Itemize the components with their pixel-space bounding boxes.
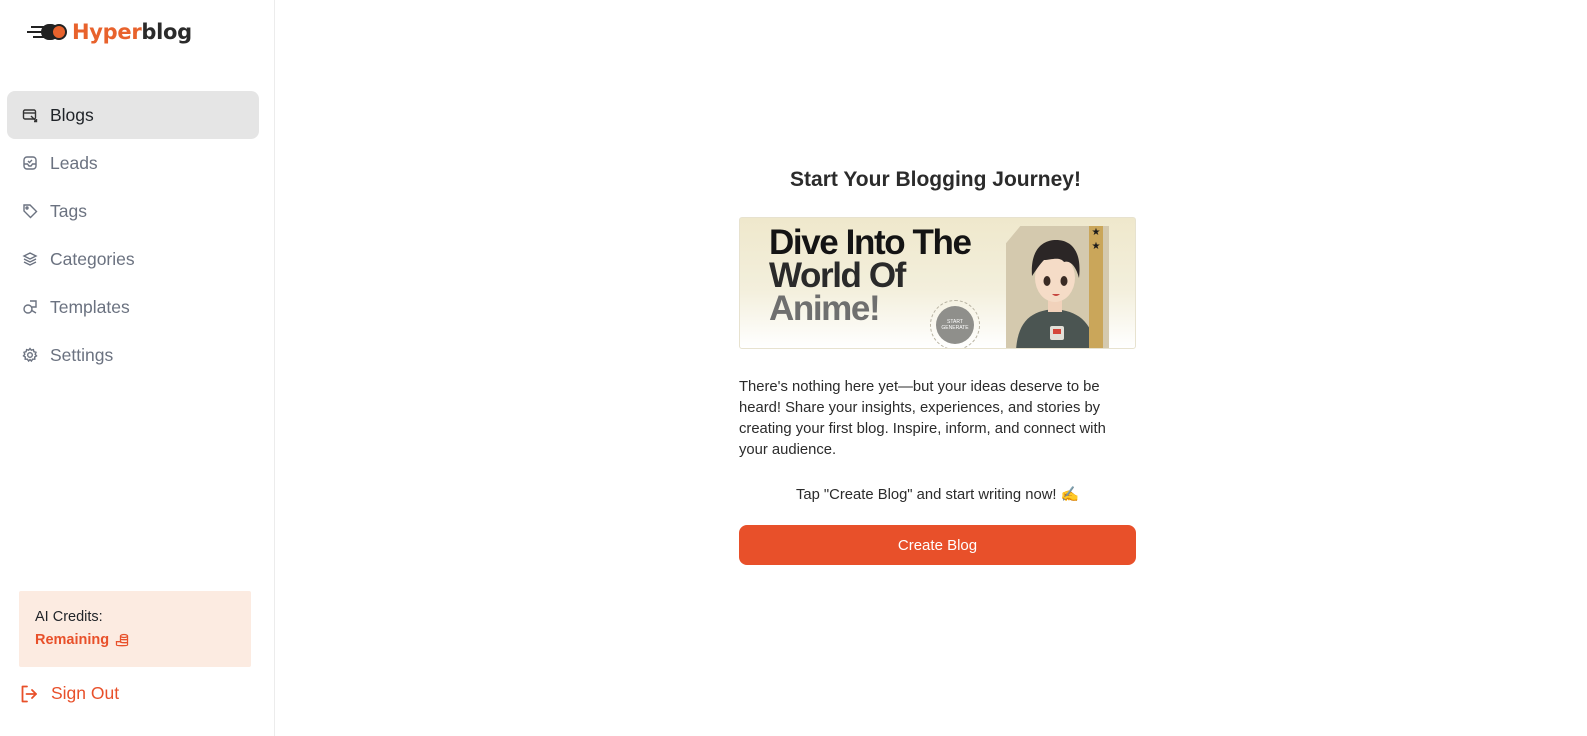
sidebar-item-blogs[interactable]: Blogs	[7, 91, 259, 139]
page-title: Start Your Blogging Journey!	[790, 168, 1081, 191]
empty-state-hint: Tap "Create Blog" and start writing now!…	[795, 487, 1080, 503]
ai-credits-panel: AI Credits: Remaining	[19, 591, 251, 667]
star-icon: ★	[1091, 227, 1101, 238]
sign-out-button[interactable]: Sign Out	[19, 683, 119, 704]
sign-out-icon	[21, 685, 37, 702]
coins-icon	[115, 633, 129, 647]
empty-state-card: Start Your Blogging Journey! Dive Into T…	[739, 168, 1136, 565]
banner-line-1: Dive Into The	[769, 223, 972, 262]
main-content: Start Your Blogging Journey! Dive Into T…	[276, 0, 1587, 736]
sidebar-nav: Blogs Leads Tags Categories Templates Se…	[7, 91, 259, 379]
sidebar-item-label: Categories	[50, 248, 135, 269]
create-blog-button[interactable]: Create Blog	[739, 525, 1136, 565]
layers-icon	[22, 251, 38, 267]
sidebar-item-tags[interactable]: Tags	[7, 187, 259, 235]
brand-name-part1: Hyper	[72, 20, 142, 44]
sidebar-item-label: Settings	[50, 344, 114, 365]
sidebar-item-label: Templates	[50, 296, 130, 317]
brand-name: Hyperblog	[72, 20, 192, 44]
star-icon: ★	[1091, 241, 1101, 252]
empty-state-description: There's nothing here yet—but your ideas …	[739, 379, 1106, 458]
credits-remaining-label: Remaining	[35, 632, 110, 648]
credits-remaining: Remaining	[35, 632, 235, 648]
sidebar-item-settings[interactable]: Settings	[7, 331, 259, 379]
rocket-logo-icon	[27, 24, 67, 40]
sidebar-item-label: Leads	[50, 152, 98, 173]
sidebar-item-categories[interactable]: Categories	[7, 235, 259, 283]
sidebar-item-label: Tags	[50, 200, 87, 221]
sidebar-item-leads[interactable]: Leads	[7, 139, 259, 187]
sidebar-item-label: Blogs	[50, 104, 94, 125]
sidebar-item-templates[interactable]: Templates	[7, 283, 259, 331]
gear-icon	[22, 347, 38, 363]
brand-name-part2: blog	[141, 20, 192, 44]
shapes-icon	[22, 299, 38, 315]
banner-ribbon: ★ ★	[1089, 226, 1103, 348]
sidebar: Hyperblog Blogs Leads Tags Categories Te…	[0, 0, 275, 736]
inbox-icon	[22, 155, 38, 171]
banner-line-2: World Of	[769, 256, 906, 295]
banner-badge: START GENERATE	[930, 300, 980, 348]
blog-card-icon	[22, 107, 38, 123]
brand-logo[interactable]: Hyperblog	[27, 17, 192, 47]
banner-badge-text: START GENERATE	[936, 306, 974, 344]
credits-label: AI Credits:	[35, 609, 103, 625]
sign-out-label: Sign Out	[51, 683, 120, 703]
tag-icon	[22, 203, 38, 219]
anime-banner-image: Dive Into The World Of Anime! START GENE…	[739, 217, 1136, 349]
app-root: Hyperblog Blogs Leads Tags Categories Te…	[0, 0, 1587, 736]
